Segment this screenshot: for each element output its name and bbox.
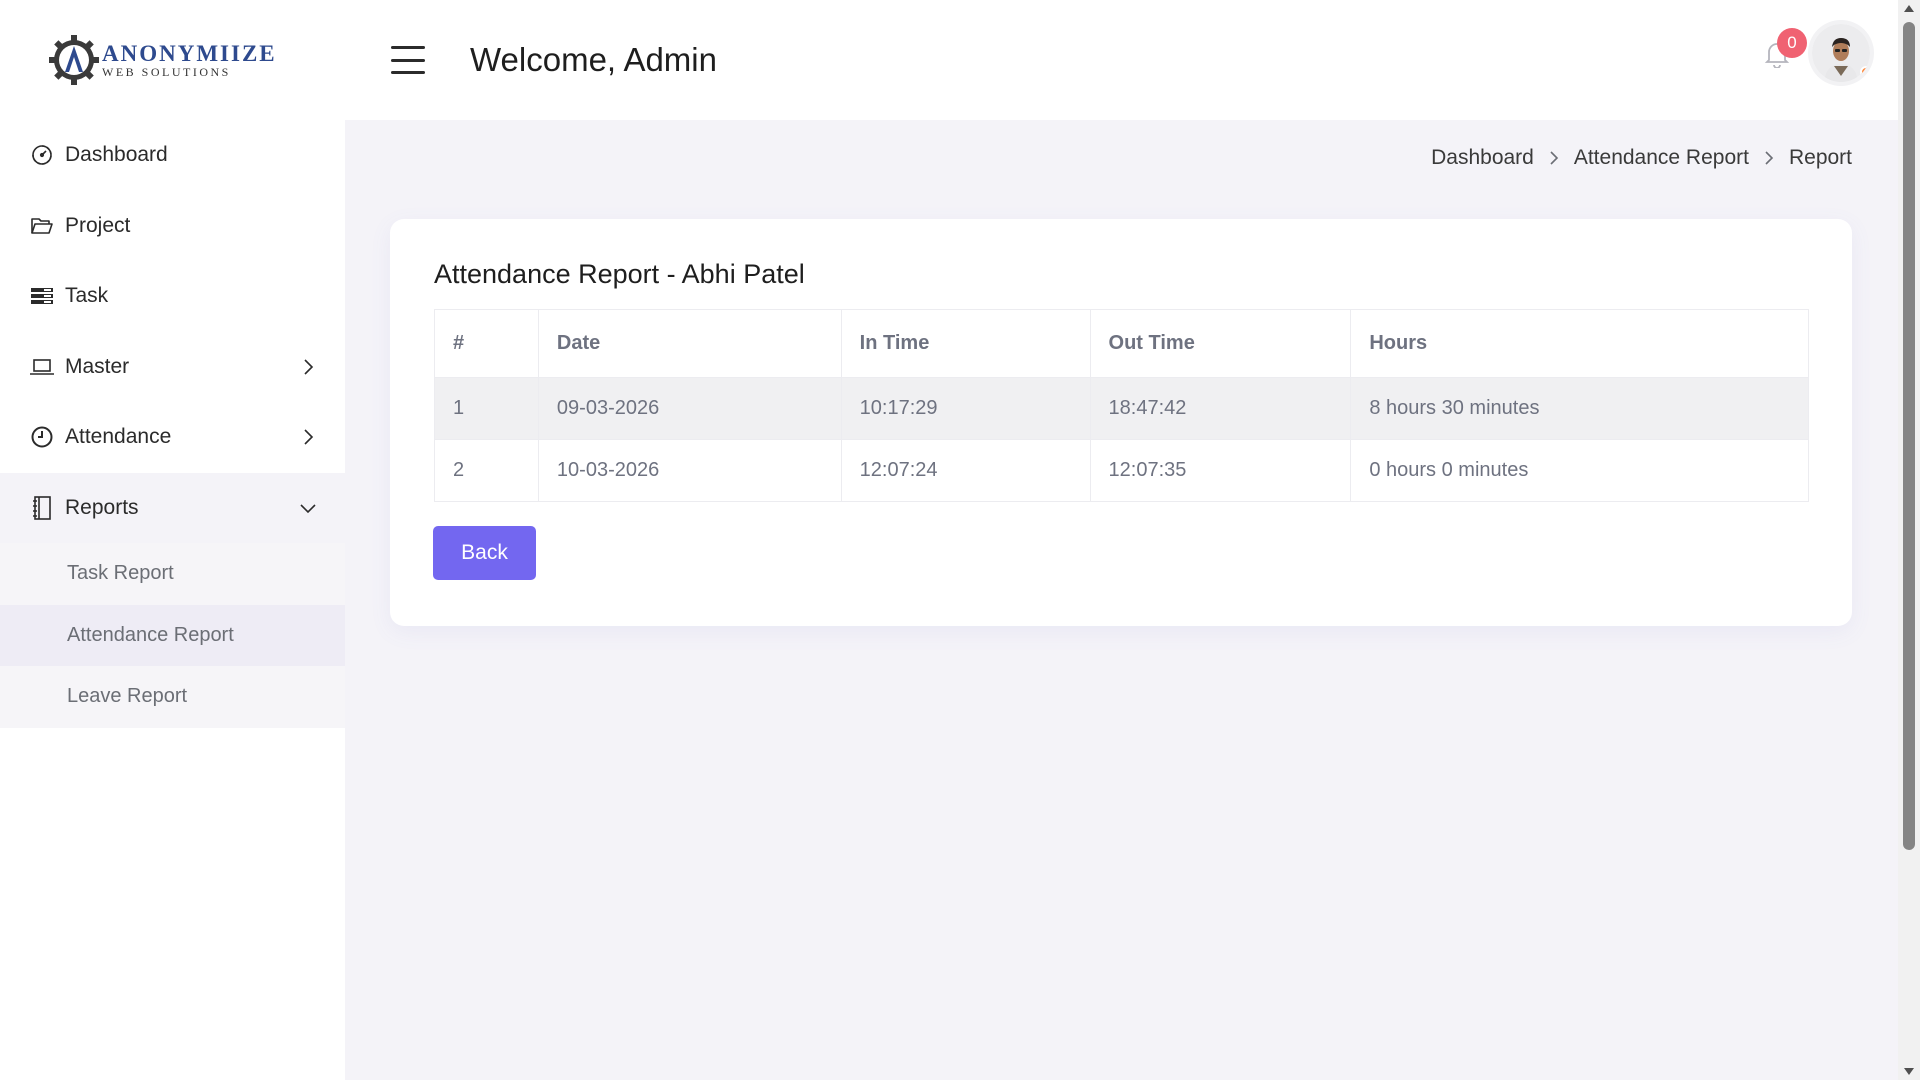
table-cell: 18:47:42 <box>1089 377 1352 440</box>
table-cell: 2 <box>434 439 539 502</box>
sidebar-item-attendance[interactable]: Attendance <box>0 402 345 473</box>
table-cell: 8 hours 30 minutes <box>1350 377 1809 440</box>
sidebar-item-label: Task <box>65 284 109 308</box>
notification-button[interactable]: 0 <box>1762 28 1807 80</box>
gear-logo-icon <box>48 34 100 86</box>
sidebar-subitem-attendance-report[interactable]: Attendance Report <box>0 604 345 666</box>
column-header: Hours <box>1350 309 1809 378</box>
top-header: Welcome, Admin 0 <box>345 0 1898 120</box>
online-status-dot <box>1860 66 1870 78</box>
laptop-icon <box>29 354 55 380</box>
breadcrumb-attendance-report[interactable]: Attendance Report <box>1574 146 1749 170</box>
breadcrumb-report: Report <box>1788 146 1852 169</box>
sidebar-item-label: Dashboard <box>65 143 168 167</box>
table-cell: 09-03-2026 <box>537 377 842 440</box>
dashboard-gauge-icon <box>29 142 55 168</box>
sidebar-subitem-label: Leave Report <box>67 685 188 708</box>
user-avatar[interactable] <box>1812 24 1870 82</box>
table-cell: 12:07:35 <box>1089 439 1352 502</box>
notebook-icon <box>29 495 55 521</box>
brand-name: ANONYMIIZE <box>102 41 277 66</box>
sidebar: ANONYMIIZE WEB SOLUTIONS Dashboard Proje… <box>0 0 345 1080</box>
sidebar-item-reports[interactable]: Reports <box>0 472 345 543</box>
brand-tagline: WEB SOLUTIONS <box>102 65 231 79</box>
clock-icon <box>29 424 55 450</box>
column-header: In Time <box>840 309 1091 378</box>
breadcrumb-dashboard[interactable]: Dashboard <box>1431 146 1534 170</box>
page-scrollbar[interactable] <box>1898 0 1920 1080</box>
menu-toggle-icon[interactable] <box>391 46 425 74</box>
notification-count-badge: 0 <box>1777 28 1807 58</box>
sidebar-subitem-leave-report[interactable]: Leave Report <box>0 666 345 728</box>
attendance-table: # Date In Time Out Time Hours 1 09-03-20… <box>434 309 1809 502</box>
report-title: Attendance Report - Abhi Patel <box>434 259 805 289</box>
sidebar-item-label: Project <box>65 213 131 237</box>
table-cell: 10:17:29 <box>840 377 1091 440</box>
sidebar-subitem-task-report[interactable]: Task Report <box>0 543 345 605</box>
table-row: 1 09-03-2026 10:17:29 18:47:42 8 hours 3… <box>434 377 1809 440</box>
scrollbar-thumb[interactable] <box>1903 22 1915 850</box>
brand-logo[interactable]: ANONYMIIZE WEB SOLUTIONS <box>0 0 345 120</box>
table-header-row: # Date In Time Out Time Hours <box>434 309 1809 378</box>
table-cell: 0 hours 0 minutes <box>1350 439 1809 502</box>
sidebar-item-label: Reports <box>65 495 139 519</box>
scroll-down-arrow-icon[interactable] <box>1904 1068 1914 1075</box>
table-cell: 1 <box>434 377 539 440</box>
folder-open-icon <box>29 213 55 239</box>
sidebar-item-task[interactable]: Task <box>0 261 345 332</box>
breadcrumb: Dashboard Attendance Report Report <box>1431 146 1852 170</box>
column-header: Out Time <box>1089 309 1352 378</box>
sidebar-subitem-label: Attendance Report <box>67 623 234 646</box>
sidebar-item-dashboard[interactable]: Dashboard <box>0 120 345 191</box>
chevron-down-icon <box>299 499 317 517</box>
sidebar-subitem-label: Task Report <box>67 562 174 585</box>
column-header: Date <box>537 309 842 378</box>
table-row: 2 10-03-2026 12:07:24 12:07:35 0 hours 0… <box>434 439 1809 502</box>
scroll-up-arrow-icon[interactable] <box>1904 5 1914 12</box>
sidebar-item-label: Attendance <box>65 425 172 449</box>
chevron-right-icon <box>1550 151 1558 165</box>
sidebar-item-label: Master <box>65 354 130 378</box>
report-card: Attendance Report - Abhi Patel # Date In… <box>390 219 1852 626</box>
sidebar-item-project[interactable]: Project <box>0 191 345 262</box>
task-list-icon <box>29 283 55 309</box>
chevron-right-icon <box>299 428 317 446</box>
sidebar-item-master[interactable]: Master <box>0 332 345 403</box>
welcome-title: Welcome, Admin <box>470 41 717 78</box>
back-button[interactable]: Back <box>433 526 536 580</box>
chevron-right-icon <box>299 358 317 376</box>
table-cell: 12:07:24 <box>840 439 1091 502</box>
table-cell: 10-03-2026 <box>537 439 842 502</box>
chevron-right-icon <box>1765 151 1774 165</box>
column-header: # <box>434 309 539 378</box>
